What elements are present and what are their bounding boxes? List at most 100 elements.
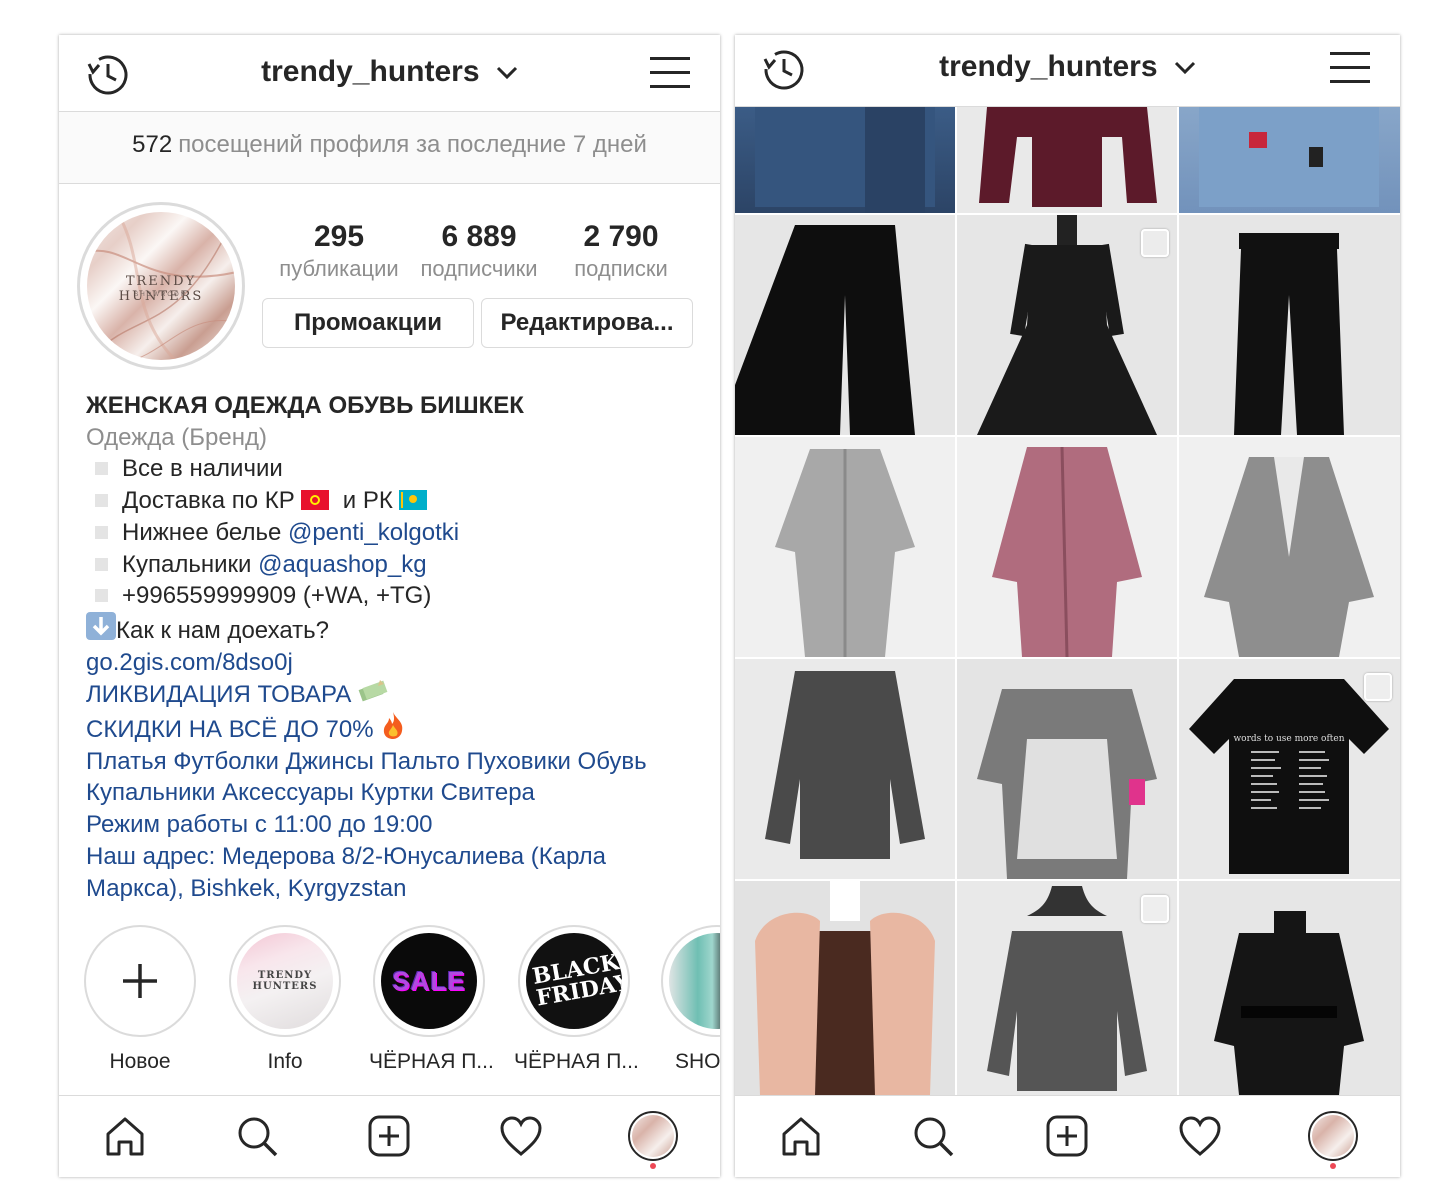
profile-grid-screen: trendy_hunters words to use more often	[735, 35, 1400, 1177]
visits-text: посещений профиля за последние 7 дней	[178, 131, 647, 158]
post-knit-sweater[interactable]	[957, 881, 1177, 1095]
highlight-label: Новое	[109, 1050, 171, 1073]
profile-stats: 295 публикации 6 889 подписчики 2 790 по…	[264, 220, 684, 282]
post-denim-shirt[interactable]	[735, 107, 955, 213]
denim-shirt-thumb	[755, 107, 935, 213]
post-grey-blazer-coat[interactable]	[1179, 437, 1400, 657]
bio-line-discount: СКИДКИ НА ВСЁ ДО 70%	[86, 711, 706, 746]
stat-posts-value: 295	[313, 220, 365, 253]
black-trousers-thumb	[735, 225, 915, 435]
mention-penti-kolgotki[interactable]: @penti_kolgotki	[288, 519, 459, 546]
profile-tab-avatar[interactable]	[1308, 1111, 1358, 1161]
highlight-cover-text: TRENDY HUNTERS	[252, 970, 318, 992]
stat-followers[interactable]: 6 889 подписчики	[404, 220, 554, 282]
post-faux-fur-jacket[interactable]	[735, 881, 955, 1095]
notification-dot	[650, 1163, 656, 1169]
bio-line-directions: Как к нам доехать?	[86, 611, 706, 647]
add-post-icon[interactable]	[367, 1114, 411, 1158]
menu-icon[interactable]	[650, 55, 690, 91]
post-belted-trousers[interactable]	[1179, 215, 1400, 435]
grid-top-bar: trendy_hunters	[735, 35, 1400, 107]
avatar-image: TRENDY HUNTERS SHOWROOM	[87, 212, 235, 360]
promotions-button[interactable]: Промоакции	[262, 298, 474, 348]
profile-top-bar: trendy_hunters	[59, 35, 720, 112]
highlight-label: Info	[267, 1050, 303, 1073]
edit-profile-button[interactable]: Редактирова...	[481, 298, 693, 348]
faux-fur-jacket-thumb	[755, 881, 935, 1095]
highlight-black-friday[interactable]: BLACK FRIDAY ЧЁРНАЯ П...	[514, 925, 639, 1074]
post-denim-jacket[interactable]	[1179, 107, 1400, 213]
avatar-sub-text: SHOWROOM	[134, 292, 188, 298]
post-pink-coat[interactable]	[957, 437, 1177, 657]
post-burgundy-sweatshirt[interactable]	[957, 107, 1177, 213]
bio-line-phone: +996559999909 (+WA, +TG)	[86, 580, 706, 612]
bio-text: Купальники	[122, 550, 259, 578]
bio-line-categories-2: Купальники Аксессуары Куртки Свитера	[86, 779, 535, 807]
post-black-dress[interactable]	[957, 215, 1177, 435]
bio-line-swimwear: Купальники @aquashop_kg	[86, 549, 706, 581]
kazakhstan-flag-icon	[399, 490, 428, 511]
black-turtleneck-dress-thumb	[1214, 911, 1364, 1095]
multiple-photos-icon	[1141, 229, 1169, 257]
visits-count: 572	[132, 131, 173, 158]
fire-icon	[384, 712, 403, 740]
menu-icon[interactable]	[1330, 50, 1370, 86]
highlight-cover-text: SALE	[392, 965, 466, 996]
notification-dot	[1330, 1163, 1336, 1169]
home-icon[interactable]	[103, 1114, 147, 1158]
bio-line-liquidation: ЛИКВИДАЦИЯ ТОВАРА	[86, 678, 706, 711]
story-highlights: Новое TRENDY HUNTERS Info SALE ЧЁРНАЯ П.…	[59, 925, 720, 1075]
search-icon[interactable]	[235, 1114, 279, 1158]
account-switcher[interactable]: trendy_hunters	[59, 55, 720, 89]
profile-category: Одежда (Бренд)	[86, 423, 267, 451]
post-grey-long-coat[interactable]	[735, 437, 955, 657]
home-icon[interactable]	[779, 1114, 823, 1158]
stat-posts-label: публикации	[279, 256, 399, 281]
bio-address-link-2[interactable]: Маркса), Bishkek, Kyrgyzstan	[86, 873, 706, 905]
highlight-show[interactable]: SHOW	[657, 925, 720, 1074]
profile-visits-banner[interactable]: 572 посещений профиля за последние 7 дней	[59, 112, 720, 184]
stat-followers-label: подписчики	[420, 256, 538, 281]
highlight-info[interactable]: TRENDY HUNTERS Info	[225, 925, 345, 1074]
grey-long-coat-thumb	[775, 449, 915, 657]
post-black-trousers[interactable]	[735, 215, 955, 435]
tshirt-print-text: words to use more often	[1233, 734, 1344, 744]
post-black-tshirt[interactable]: words to use more often	[1179, 659, 1400, 879]
denim-jacket-thumb	[1199, 107, 1379, 207]
heart-icon[interactable]	[499, 1114, 543, 1158]
bullet-icon	[95, 589, 108, 603]
grey-sweater-thumb	[765, 671, 925, 859]
bio-line-delivery: Доставка по КР и РК	[86, 485, 706, 517]
highlight-ring: BLACK FRIDAY	[518, 925, 630, 1037]
highlight-label: ЧЁРНАЯ П...	[514, 1050, 639, 1073]
chevron-down-icon	[496, 67, 517, 80]
profile-tab-avatar[interactable]	[628, 1111, 678, 1161]
post-lace-camisole[interactable]	[957, 659, 1177, 879]
highlight-black-sale[interactable]: SALE ЧЁРНАЯ П...	[369, 925, 494, 1074]
bio-text: Как к нам доехать?	[116, 616, 329, 644]
bio-link-2gis[interactable]: go.2gis.com/8dso0j	[86, 647, 706, 679]
post-grey-sweater[interactable]	[735, 659, 955, 879]
highlight-label: SHOW	[675, 1050, 720, 1073]
profile-avatar[interactable]: TRENDY HUNTERS SHOWROOM	[77, 202, 245, 370]
highlight-cover-text: BLACK FRIDAY	[530, 949, 622, 1012]
highlight-cover	[669, 933, 720, 1029]
chevron-down-icon	[1174, 62, 1195, 75]
mention-aquashop-kg[interactable]: @aquashop_kg	[258, 551, 427, 578]
account-switcher[interactable]: trendy_hunters	[735, 50, 1400, 84]
bio-line-lingerie: Нижнее белье @penti_kolgotki	[86, 517, 706, 549]
search-icon[interactable]	[911, 1114, 955, 1158]
bio-address-link[interactable]: Наш адрес: Медерова 8/2-Юнусалиева (Карл…	[86, 841, 706, 873]
stat-followers-value: 6 889	[441, 220, 517, 253]
photo-grid: words to use more often	[735, 107, 1400, 1095]
bio-line-stock: Все в наличии	[86, 453, 706, 485]
stat-posts[interactable]: 295 публикации	[264, 220, 414, 282]
stat-following-label: подписки	[574, 256, 668, 281]
grey-blazer-coat-thumb	[1204, 457, 1374, 657]
heart-icon[interactable]	[1178, 1114, 1222, 1158]
post-black-turtleneck-dress[interactable]	[1179, 881, 1400, 1095]
add-post-icon[interactable]	[1045, 1114, 1089, 1158]
highlight-new[interactable]: Новое	[80, 925, 200, 1074]
bottom-nav	[59, 1095, 720, 1177]
stat-following[interactable]: 2 790 подписки	[546, 220, 696, 282]
